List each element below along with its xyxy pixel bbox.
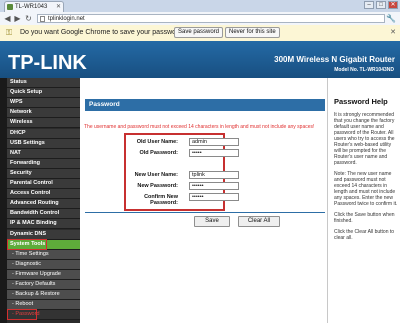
sidebar-item[interactable]: Quick Setup (7, 88, 80, 99)
maximize-icon[interactable]: □ (376, 1, 386, 9)
help-title: Password Help (334, 97, 388, 106)
confirm-new-password-input[interactable]: •••••• (189, 193, 239, 201)
sidebar-item[interactable]: - Backup & Restore (7, 290, 80, 301)
help-separator (327, 78, 328, 323)
reload-icon[interactable]: ↻ (24, 14, 33, 23)
sidebar-item[interactable]: Access Control (7, 189, 80, 200)
infobar-message: Do you want Google Chrome to save your p… (20, 29, 187, 36)
new-password-label: New Password: (137, 183, 178, 189)
url-text: tplinklogin.net (48, 16, 85, 22)
old-password-input[interactable]: ••••• (189, 149, 239, 157)
sidebar-item[interactable]: WPS (7, 98, 80, 109)
page-icon (40, 16, 45, 22)
model-number: Model No. TL-WR1043ND (334, 67, 394, 73)
new-password-input[interactable]: •••••• (189, 182, 239, 190)
sidebar-item[interactable]: NAT (7, 148, 80, 159)
sidebar-item[interactable]: IP & MAC Binding (7, 219, 80, 230)
sidebar-item[interactable]: Security (7, 168, 80, 179)
tp-link-logo: TP-LINK (8, 52, 87, 74)
sidebar-item[interactable]: USB Settings (7, 138, 80, 149)
never-for-this-site-button[interactable]: Never for this site (225, 27, 280, 38)
tab-close-icon[interactable]: ✕ (56, 2, 61, 12)
minimize-icon[interactable]: – (364, 1, 374, 9)
sidebar-item[interactable]: Status (7, 78, 80, 88)
save-button[interactable]: Save (194, 216, 230, 227)
infobar-close-icon[interactable]: ✕ (390, 28, 396, 36)
help-panel: Password Help It is strongly recommended… (334, 97, 398, 246)
save-password-button[interactable]: Save password (174, 27, 224, 38)
new-user-name-input[interactable]: tplink (189, 171, 239, 179)
address-bar[interactable]: tplinklogin.net (37, 14, 385, 23)
warning-text: The username and password must not excee… (84, 124, 315, 130)
tab-title: TL-WR1043 (15, 4, 48, 10)
sidebar-item[interactable]: - Diagnostic (7, 259, 80, 270)
sidebar-item[interactable]: Network (7, 108, 80, 119)
sidebar-item[interactable]: DHCP (7, 128, 80, 139)
old-user-name-label: Old User Name: (136, 139, 178, 145)
old-user-name-input[interactable]: admin (189, 138, 239, 146)
help-paragraph: It is strongly recommended that you chan… (334, 112, 395, 166)
wrench-icon[interactable]: 🔧 (386, 14, 396, 23)
close-window-icon[interactable]: ✕ (388, 1, 398, 9)
sidebar-item[interactable]: Advanced Routing (7, 199, 80, 210)
help-paragraph: Click the Clear All button to clear all. (334, 229, 395, 241)
help-body: It is strongly recommended that you chan… (334, 112, 398, 241)
new-user-name-label: New User Name: (134, 172, 178, 178)
sidebar-item[interactable]: - Firmware Upgrade (7, 269, 80, 280)
sidebar-strip (0, 78, 7, 323)
favicon-icon (7, 4, 13, 10)
clear-all-button[interactable]: Clear All (238, 216, 280, 227)
window-controls: – □ ✕ (364, 1, 398, 10)
sidebar-item[interactable]: - Time Settings (7, 249, 80, 260)
system-tools-highlight (7, 238, 47, 250)
save-password-infobar: ⚿ Do you want Google Chrome to save your… (0, 25, 400, 42)
password-highlight (7, 309, 37, 321)
sidebar-item[interactable]: - Factory Defaults (7, 280, 80, 290)
section-divider (85, 212, 325, 213)
confirm-new-password-label: Confirm New Password: (144, 194, 178, 206)
product-name: 300M Wireless N Gigabit Router (274, 55, 395, 64)
sidebar-item[interactable]: Wireless (7, 118, 80, 129)
browser-tab[interactable]: TL-WR1043 ✕ (4, 1, 64, 12)
sidebar-item[interactable]: Forwarding (7, 158, 80, 169)
back-icon[interactable]: ◀ (3, 14, 12, 23)
section-title: Password (85, 99, 325, 111)
forward-icon[interactable]: ▶ (13, 14, 22, 23)
sidebar-item[interactable]: Parental Control (7, 179, 80, 189)
sidebar-item[interactable]: Bandwidth Control (7, 209, 80, 220)
old-password-label: Old Password: (139, 150, 178, 156)
key-icon: ⚿ (6, 28, 13, 37)
help-paragraph: Click the Save button when finished. (334, 212, 395, 224)
help-paragraph: Note: The new user name and password mus… (334, 171, 398, 207)
